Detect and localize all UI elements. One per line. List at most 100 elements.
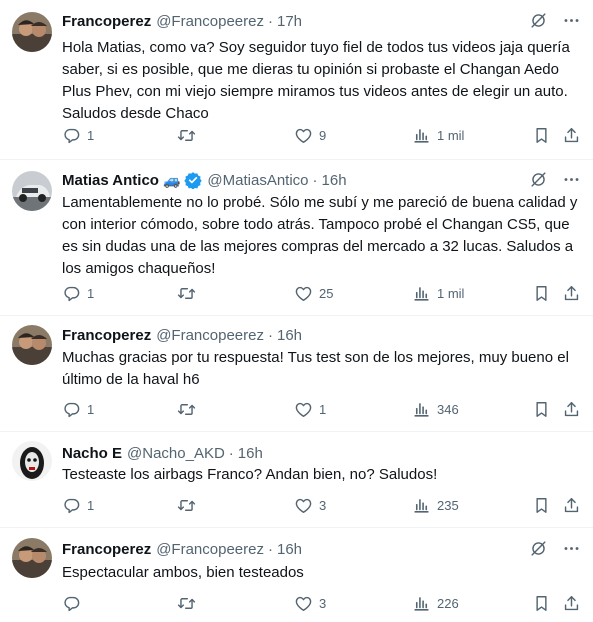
user-name[interactable]: Matias Antico	[62, 172, 159, 189]
share-icon	[562, 594, 581, 613]
reply-button[interactable]: 1	[62, 400, 94, 419]
view-count: 226	[437, 596, 459, 611]
avatar[interactable]	[12, 171, 52, 211]
bookmark-button[interactable]	[532, 594, 551, 613]
grok-icon[interactable]	[529, 11, 548, 30]
views-button[interactable]: 235	[412, 496, 459, 515]
share-icon	[562, 400, 581, 419]
reply-count: 1	[87, 128, 95, 143]
reply-button[interactable]: 1	[62, 284, 94, 303]
like-button[interactable]: 25	[294, 284, 333, 303]
heart-icon	[294, 284, 313, 303]
like-button[interactable]: 9	[294, 126, 326, 145]
retweet-button[interactable]	[177, 594, 202, 613]
more-icon[interactable]	[562, 11, 581, 30]
share-button[interactable]	[562, 126, 581, 145]
bookmark-icon	[532, 400, 551, 419]
avatar[interactable]	[12, 538, 52, 578]
tweet-card[interactable]: Francoperez @Francopeerez · 16h Muchas g…	[0, 316, 593, 432]
reply-button[interactable]: 1	[62, 496, 94, 515]
retweet-icon	[177, 594, 196, 613]
tweet-actions: 1 9 1 mil	[62, 126, 579, 146]
heart-icon	[294, 496, 313, 515]
tweet-actions: 3 226	[62, 594, 579, 614]
tweet-card[interactable]: Francoperez @Francopeerez · 16h Espectac…	[0, 528, 593, 622]
more-icon[interactable]	[562, 170, 581, 189]
reply-count: 1	[87, 286, 95, 301]
like-button[interactable]: 1	[294, 400, 326, 419]
views-icon	[412, 284, 431, 303]
timestamp[interactable]: 16h	[277, 327, 302, 344]
avatar[interactable]	[12, 12, 52, 52]
user-handle[interactable]: @Francopeerez	[156, 541, 264, 558]
views-button[interactable]: 346	[412, 400, 459, 419]
share-icon	[562, 126, 581, 145]
like-count: 3	[319, 498, 327, 513]
user-name[interactable]: Francoperez	[62, 541, 151, 558]
share-button[interactable]	[562, 284, 581, 303]
views-button[interactable]: 226	[412, 594, 459, 613]
separator-dot: ·	[228, 444, 234, 462]
tweet-actions: 1 3 235	[62, 496, 579, 516]
share-button[interactable]	[562, 400, 581, 419]
separator-dot: ·	[267, 540, 273, 558]
reply-icon	[62, 594, 81, 613]
timestamp[interactable]: 16h	[322, 172, 347, 189]
reply-button[interactable]	[62, 594, 87, 613]
retweet-button[interactable]	[177, 284, 202, 303]
retweet-button[interactable]	[177, 126, 202, 145]
verified-badge-icon[interactable]	[184, 171, 203, 189]
avatar[interactable]	[12, 441, 52, 481]
timestamp[interactable]: 16h	[238, 445, 263, 462]
user-handle[interactable]: @Francopeerez	[156, 13, 264, 30]
separator-dot: ·	[267, 326, 273, 344]
retweet-button[interactable]	[177, 400, 202, 419]
bookmark-button[interactable]	[532, 126, 551, 145]
more-icon[interactable]	[562, 539, 581, 558]
view-count: 1 mil	[437, 128, 465, 143]
car-emoji: 🚙	[162, 171, 181, 188]
like-count: 1	[319, 402, 327, 417]
bookmark-button[interactable]	[532, 496, 551, 515]
views-icon	[412, 126, 431, 145]
timestamp[interactable]: 16h	[277, 541, 302, 558]
tweet-card[interactable]: Nacho E @Nacho_AKD · 16h Testeaste los a…	[0, 432, 593, 528]
tweet-header: Matias Antico 🚙 @MatiasAntico · 16h	[62, 170, 581, 190]
bookmark-icon	[532, 496, 551, 515]
reply-count: 1	[87, 498, 95, 513]
share-button[interactable]	[562, 594, 581, 613]
view-count: 346	[437, 402, 459, 417]
like-button[interactable]: 3	[294, 496, 326, 515]
reply-button[interactable]: 1	[62, 126, 94, 145]
like-count: 3	[319, 596, 327, 611]
views-icon	[412, 496, 431, 515]
user-name[interactable]: Nacho E	[62, 445, 122, 462]
share-button[interactable]	[562, 496, 581, 515]
like-button[interactable]: 3	[294, 594, 326, 613]
views-button[interactable]: 1 mil	[412, 284, 464, 303]
timestamp[interactable]: 17h	[277, 13, 302, 30]
grok-icon[interactable]	[529, 170, 548, 189]
user-handle[interactable]: @MatiasAntico	[207, 172, 308, 189]
grok-icon[interactable]	[529, 539, 548, 558]
reply-icon	[62, 126, 81, 145]
user-handle[interactable]: @Francopeerez	[156, 327, 264, 344]
views-icon	[412, 400, 431, 419]
bookmark-button[interactable]	[532, 284, 551, 303]
reply-icon	[62, 496, 81, 515]
reply-count: 1	[87, 402, 95, 417]
user-name[interactable]: Francoperez	[62, 327, 151, 344]
share-icon	[562, 496, 581, 515]
avatar[interactable]	[12, 325, 52, 365]
retweet-button[interactable]	[177, 496, 202, 515]
views-button[interactable]: 1 mil	[412, 126, 464, 145]
tweet-actions: 1 1 346	[62, 400, 579, 420]
share-icon	[562, 284, 581, 303]
bookmark-button[interactable]	[532, 400, 551, 419]
tweet-card[interactable]: Francoperez @Francopeerez · 17h Hola Mat…	[0, 0, 593, 160]
tweet-card[interactable]: Matias Antico 🚙 @MatiasAntico · 16h Lame…	[0, 160, 593, 316]
tweet-text: Testeaste los airbags Franco? Andan bien…	[62, 466, 438, 483]
heart-icon	[294, 400, 313, 419]
user-name[interactable]: Francoperez	[62, 13, 151, 30]
user-handle[interactable]: @Nacho_AKD	[127, 445, 225, 462]
